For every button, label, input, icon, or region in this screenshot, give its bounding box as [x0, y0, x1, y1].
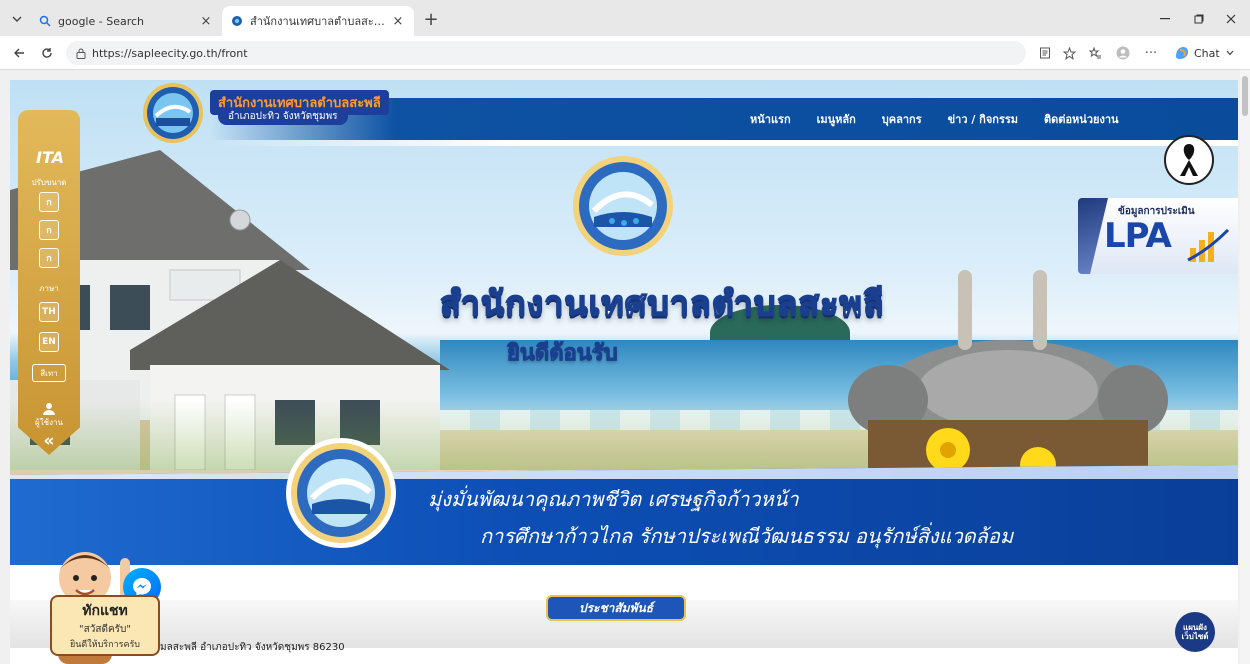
tab-list-chevron-icon[interactable]	[8, 10, 26, 28]
minimize-icon[interactable]	[1150, 8, 1180, 30]
search-icon	[38, 14, 52, 28]
scrollbar-thumb[interactable]	[1242, 76, 1248, 116]
back-arrow-icon[interactable]	[8, 43, 30, 63]
sidebar-collapse-button[interactable]: «	[39, 432, 59, 450]
hero-title: สำนักงานเทศบาลตำบลสะพลี	[439, 283, 885, 325]
hero-welcome: ยินดีต้อนรับ	[507, 341, 619, 367]
favorite-star-icon[interactable]	[1058, 43, 1080, 63]
chat-bubble[interactable]: ทักแชท "สวัสดีครับ" ยินดีให้บริการครับ	[50, 595, 160, 656]
favorites-icon[interactable]	[1084, 43, 1106, 63]
hero-banner: หน้าแรก เมนูหลัก บุคลากร ข่าว / กิจกรรม …	[10, 80, 1238, 565]
chat-label: Chat	[1194, 46, 1220, 60]
slogan-seal	[286, 438, 396, 548]
municipality-logo[interactable]	[142, 82, 204, 144]
theme-select-value: สีเทา	[40, 368, 58, 378]
copilot-chat-button[interactable]: Chat	[1174, 43, 1234, 63]
website: หน้าแรก เมนูหลัก บุคลากร ข่าว / กิจกรรม …	[10, 80, 1238, 664]
lpa-assessment-link[interactable]: ข้อมูลการประเมิน LPA	[1078, 198, 1238, 274]
slogan-line-1: มุ่งมั่นพัฒนาคุณภาพชีวิต เศรษฐกิจก้าวหน้…	[428, 487, 799, 511]
chat-title: ทักแชท	[82, 603, 128, 619]
font-size-large-button[interactable]: ก	[39, 248, 59, 268]
profile-avatar-icon[interactable]	[1112, 43, 1134, 63]
municipality-seal	[573, 156, 673, 256]
tab-close-icon[interactable]: ×	[198, 14, 214, 29]
tab-sapleecity[interactable]: สำนักงานเทศบาลตำบลสะพลี 99 หมู่ 9 ต ×	[222, 6, 414, 36]
address-bar: https://sapleecity.go.th/front ··· Chat	[0, 36, 1250, 70]
restore-icon[interactable]	[1184, 8, 1214, 30]
page-viewport: หน้าแรก เมนูหลัก บุคลากร ข่าว / กิจกรรม …	[0, 70, 1250, 664]
chevron-down-icon	[1226, 50, 1234, 56]
tab-close-icon[interactable]: ×	[390, 14, 406, 29]
menu-item-main-menu[interactable]: เมนูหลัก	[817, 110, 856, 128]
url-field[interactable]: https://sapleecity.go.th/front	[66, 41, 1026, 65]
main-menu: หน้าแรก เมนูหลัก บุคลากร ข่าว / กิจกรรม …	[750, 110, 1119, 128]
chat-greeting: "สวัสดีครับ"	[79, 624, 131, 635]
bar-chart-icon	[1187, 228, 1230, 262]
mourning-ribbon-icon	[1164, 135, 1214, 185]
sitemap-button[interactable]: แผนผังเว็บไซต์	[1175, 612, 1215, 652]
ita-label[interactable]: ITA	[36, 148, 64, 167]
site-favicon-icon	[230, 14, 244, 28]
tab-google-search[interactable]: google - Search ×	[30, 6, 222, 36]
url-text: https://sapleecity.go.th/front	[92, 46, 248, 60]
menu-item-personnel[interactable]: บุคลากร	[882, 110, 922, 128]
more-options-icon[interactable]: ···	[1140, 43, 1162, 63]
new-tab-button[interactable]: +	[420, 8, 442, 30]
font-size-medium-button[interactable]: ก	[39, 220, 59, 240]
footer-address: มลสะพลี อำเภอปะทิว จังหวัดชุมพร 86230	[160, 642, 345, 653]
font-size-small-button[interactable]: ก	[39, 192, 59, 212]
lang-th-button[interactable]: TH	[39, 302, 59, 322]
reload-icon[interactable]	[36, 43, 58, 63]
crab-sculpture-illustration	[848, 270, 1168, 480]
page-scrollbar[interactable]	[1240, 70, 1250, 664]
language-label: ภาษา	[39, 284, 59, 293]
brand-subtitle: อำเภอปะทิว จังหวัดชุมพร	[218, 108, 348, 125]
public-relations-tab[interactable]: ประชาสัมพันธ์	[546, 595, 686, 621]
user-label: ผู้ใช้งาน	[35, 418, 63, 427]
tab-title: สำนักงานเทศบาลตำบลสะพลี 99 หมู่ 9 ต	[250, 15, 390, 28]
copilot-icon	[1174, 46, 1190, 60]
lpa-logo-text: LPA	[1104, 216, 1172, 256]
theme-select[interactable]: สีเทา	[32, 364, 66, 382]
reading-view-icon[interactable]	[1034, 43, 1056, 63]
lock-icon	[76, 48, 86, 59]
close-window-icon[interactable]	[1216, 8, 1246, 30]
browser-tab-bar: google - Search × สำนักงานเทศบาลตำบลสะพล…	[0, 0, 1250, 36]
chat-subtitle: ยินดีให้บริการครับ	[69, 640, 141, 650]
menu-item-home[interactable]: หน้าแรก	[750, 110, 791, 128]
font-size-label: ปรับขนาด	[31, 178, 67, 187]
tab-title: google - Search	[58, 14, 145, 28]
menu-item-news[interactable]: ข่าว / กิจกรรม	[948, 110, 1018, 128]
accessibility-sidebar: ITA ปรับขนาด ก ก ก ภาษา TH EN สีเทา ผู้ใ…	[18, 110, 80, 455]
slogan-line-2: การศึกษาก้าวไกล รักษาประเพณีวัฒนธรรม อนุ…	[480, 524, 1014, 548]
menu-item-contact[interactable]: ติดต่อหน่วยงาน	[1044, 110, 1119, 128]
lang-en-button[interactable]: EN	[39, 332, 59, 352]
